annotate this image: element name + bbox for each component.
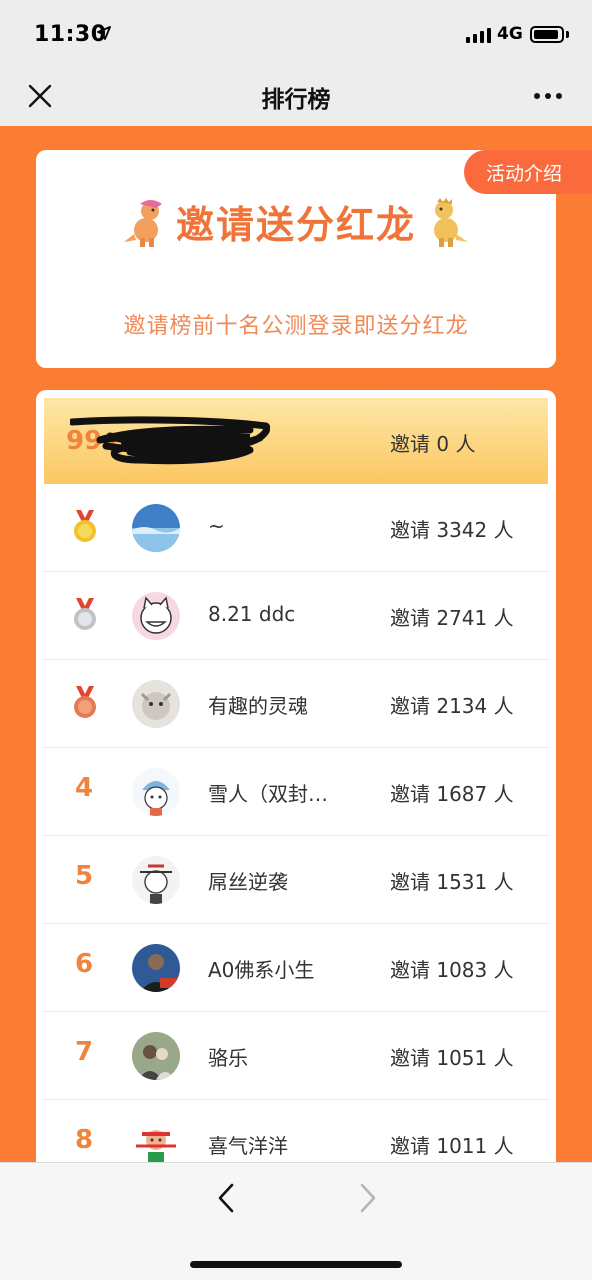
rank-number: 4 xyxy=(74,773,94,803)
leaderboard: 99+ 邀请 0 人 ~ 邀请 3342 人 8.21 ddc 邀请 2741 人有趣… xyxy=(36,390,556,1162)
user-name: ~ xyxy=(208,514,225,538)
pink-dino-icon xyxy=(123,199,162,247)
bottom-toolbar xyxy=(0,1162,592,1280)
rank-number: 6 xyxy=(74,949,94,979)
ranking-row: 6 A0佛系小生 邀请 1083 人 xyxy=(44,924,548,1012)
user-name: 8.21 ddc xyxy=(208,602,296,626)
user-name: 有趣的灵魂 xyxy=(208,694,308,718)
user-name: 喜气洋洋 xyxy=(208,1134,288,1158)
status-bar: 11:30 4G xyxy=(0,0,592,66)
ranking-row: 7 骆乐 邀请 1051 人 xyxy=(44,1012,548,1100)
invite-count: 邀请 1687 人 xyxy=(390,782,514,806)
invite-count: 邀请 2134 人 xyxy=(390,694,514,718)
silver-medal-icon xyxy=(74,598,96,630)
avatar xyxy=(132,768,180,816)
invite-count: 邀请 2741 人 xyxy=(390,606,514,630)
banner-title: 邀请送分红龙 xyxy=(175,203,416,247)
page-title: 排行榜 xyxy=(261,87,331,113)
yellow-dino-icon xyxy=(434,197,468,247)
rank-number: 5 xyxy=(74,861,94,891)
battery-nub xyxy=(566,31,569,38)
avatar xyxy=(132,680,180,728)
ranking-row: ~ 邀请 3342 人 xyxy=(44,484,548,572)
banner-subtitle: 邀请榜前十名公测登录即送分红龙 xyxy=(123,314,469,339)
redacted-name-scribble xyxy=(70,416,270,465)
ranking-list: ~ 邀请 3342 人 8.21 ddc 邀请 2741 人有趣的灵魂 邀请 2134 … xyxy=(44,484,548,1162)
invite-count: 邀请 1011 人 xyxy=(390,1134,514,1158)
network-label: 4G xyxy=(497,24,523,44)
event-rules-button[interactable]: 活动介绍 xyxy=(464,150,592,194)
user-name: A0佛系小生 xyxy=(208,958,315,982)
status-time: 11:30 xyxy=(34,22,107,47)
user-name: 雪人（双封… xyxy=(208,782,328,806)
gold-medal-icon xyxy=(74,510,96,542)
location-arrow-icon xyxy=(97,26,111,40)
forward-arrow-icon[interactable] xyxy=(352,1181,384,1215)
home-indicator xyxy=(190,1261,402,1268)
avatar xyxy=(132,1120,180,1162)
rank-number: 8 xyxy=(74,1125,94,1155)
avatar xyxy=(132,856,180,904)
rank-number: 7 xyxy=(74,1037,94,1067)
ranking-row: 8 喜气洋洋 邀请 1011 人 xyxy=(44,1100,548,1162)
user-name: 骆乐 xyxy=(208,1046,248,1070)
signal-icon xyxy=(466,28,491,43)
avatar xyxy=(132,1032,180,1080)
avatar xyxy=(132,592,180,640)
page-content: 邀请送分红龙 邀请榜前十名公测登录即送分红龙 99+ 邀请 0 人 ~ 邀请 33… xyxy=(0,126,592,1162)
more-icon[interactable] xyxy=(528,82,568,110)
invite-count: 邀请 1051 人 xyxy=(390,1046,514,1070)
back-arrow-icon[interactable] xyxy=(210,1181,242,1215)
banner-title-row: 邀请送分红龙 xyxy=(36,194,556,249)
invite-count: 邀请 1083 人 xyxy=(390,958,514,982)
ranking-row: 4 雪人（双封… 邀请 1687 人 xyxy=(44,748,548,836)
my-rank-row: 99+ 邀请 0 人 xyxy=(44,398,548,484)
user-name: 屌丝逆袭 xyxy=(208,870,288,894)
ranking-row: 8.21 ddc 邀请 2741 人 xyxy=(44,572,548,660)
bronze-medal-icon xyxy=(74,686,96,718)
avatar xyxy=(132,944,180,992)
my-invite-count: 邀请 0 人 xyxy=(390,432,476,456)
invite-count: 邀请 3342 人 xyxy=(390,518,514,542)
nav-bar: 排行榜 xyxy=(0,66,592,126)
avatar xyxy=(132,504,180,552)
invite-count: 邀请 1531 人 xyxy=(390,870,514,894)
ranking-row: 有趣的灵魂 邀请 2134 人 xyxy=(44,660,548,748)
ranking-row: 5 屌丝逆袭 邀请 1531 人 xyxy=(44,836,548,924)
battery-icon xyxy=(530,26,564,43)
